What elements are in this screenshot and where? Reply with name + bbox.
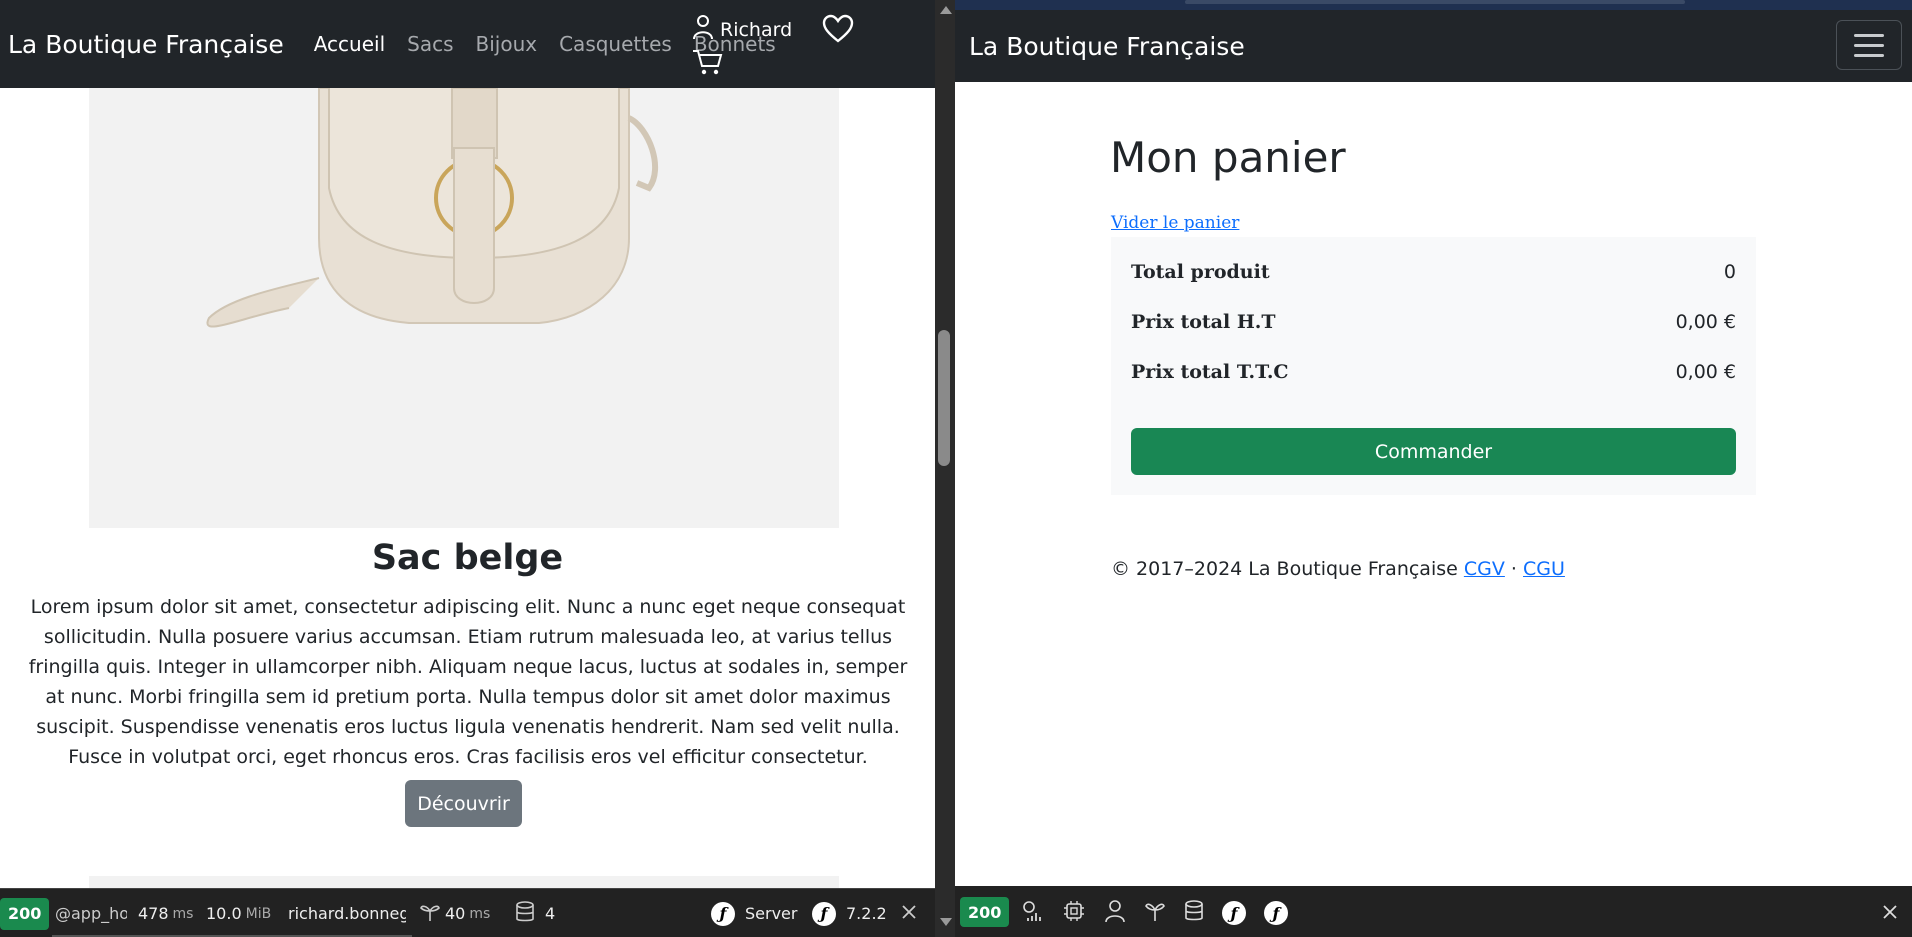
user-icon — [692, 14, 714, 45]
toolbar-time[interactable]: 478 ms — [138, 889, 193, 937]
scroll-up-arrow[interactable] — [940, 6, 952, 14]
summary-row: Prix total H.T 0,00 € — [1131, 311, 1736, 333]
symfony-debug-toolbar: 200 @app_hor 478 ms 10.0 MiB richard.bon… — [0, 888, 935, 937]
toolbar-memory[interactable]: 10.0 MiB — [206, 889, 271, 937]
toolbar-status[interactable]: 200 — [0, 889, 50, 937]
product-image — [89, 88, 839, 528]
toolbar-db[interactable]: 4 — [515, 889, 555, 937]
right-navbar: La Boutique Française — [955, 10, 1912, 82]
cart-summary: Total produit 0 Prix total H.T 0,00 € Pr… — [1111, 237, 1756, 495]
status-badge: 200 — [960, 897, 1010, 927]
order-button[interactable]: Commander — [1131, 428, 1736, 475]
menu-item-sacs[interactable]: Sacs — [407, 32, 453, 56]
symfony-icon: ƒ — [812, 901, 836, 926]
brand-logo[interactable]: La Boutique Française — [969, 32, 1245, 61]
toolbar-close-button[interactable] — [1883, 904, 1897, 923]
cpu-icon[interactable] — [1062, 899, 1086, 927]
page-content: Sac belge Lorem ipsum dolor sit amet, co… — [0, 88, 935, 888]
left-scrollbar[interactable] — [935, 0, 955, 937]
footer-separator: · — [1510, 558, 1517, 580]
database-icon[interactable] — [1184, 900, 1204, 926]
twig-icon[interactable] — [1144, 900, 1166, 926]
toolbar-version[interactable]: ƒ 7.2.2 — [812, 889, 887, 937]
route-name: @app_hor — [55, 904, 127, 923]
summary-value: 0,00 € — [1675, 311, 1736, 333]
symfony-icon[interactable]: ƒ — [1264, 901, 1288, 925]
toolbar-icons: ƒ ƒ — [1020, 899, 1288, 927]
status-badge: 200 — [0, 897, 50, 930]
user-login: richard.bonnege — [288, 904, 406, 923]
user-name: Richard — [720, 18, 793, 41]
scroll-down-arrow[interactable] — [940, 918, 952, 926]
product-description: Lorem ipsum dolor sit amet, consectetur … — [28, 596, 908, 768]
brand-logo[interactable]: La Boutique Française — [8, 30, 284, 59]
heart-icon[interactable] — [822, 14, 854, 48]
server-label: Server — [745, 904, 798, 923]
footer-copyright: © 2017–2024 La Boutique Française — [1111, 558, 1458, 580]
summary-label: Total produit — [1131, 261, 1270, 283]
menu-item-casquettes[interactable]: Casquettes — [559, 32, 672, 56]
summary-value: 0 — [1723, 261, 1736, 283]
menu-item-bijoux[interactable]: Bijoux — [476, 32, 538, 56]
toolbar-user[interactable]: richard.bonnege — [288, 889, 406, 937]
time-value: 478 — [138, 904, 169, 923]
profiler-icon[interactable] — [1020, 899, 1044, 927]
toolbar-route[interactable]: @app_hor — [55, 889, 127, 937]
database-icon — [515, 900, 535, 927]
empty-cart-link[interactable]: Vider le panier — [1111, 213, 1239, 233]
cgv-link[interactable]: CGV — [1464, 558, 1505, 580]
toolbar-status[interactable]: 200 — [960, 897, 1010, 927]
scroll-thumb[interactable] — [938, 330, 950, 466]
menu-item-accueil[interactable]: Accueil — [314, 32, 385, 56]
time-unit: ms — [172, 905, 194, 922]
memory-value: 10.0 — [206, 904, 242, 923]
toolbar-server[interactable]: ƒ Server — [711, 889, 797, 937]
user-icon[interactable] — [1104, 899, 1126, 927]
summary-label: Prix total T.T.C — [1131, 361, 1289, 383]
window-top-strip — [955, 0, 1912, 10]
cgu-link[interactable]: CGU — [1523, 558, 1565, 580]
page-title: Mon panier — [1110, 133, 1346, 182]
footer: © 2017–2024 La Boutique Française CGV · … — [1111, 558, 1565, 580]
memory-unit: MiB — [245, 905, 272, 922]
twig-unit: ms — [469, 905, 491, 922]
summary-row: Prix total T.T.C 0,00 € — [1131, 361, 1736, 383]
twig-value: 40 — [445, 904, 466, 923]
summary-value: 0,00 € — [1675, 361, 1736, 383]
toolbar-close-button[interactable] — [902, 889, 916, 937]
close-icon — [1883, 904, 1897, 923]
toolbar-twig[interactable]: 40 ms — [419, 889, 490, 937]
product-title: Sac belge — [371, 538, 564, 578]
summary-label: Prix total H.T — [1131, 311, 1276, 333]
left-navbar: La Boutique Française Accueil Sacs Bijou… — [0, 0, 935, 88]
cart-icon[interactable] — [692, 48, 724, 80]
symfony-debug-toolbar-right: 200 ƒ ƒ — [955, 886, 1912, 937]
db-query-count: 4 — [545, 904, 556, 923]
symfony-version: 7.2.2 — [846, 904, 887, 923]
menu-icon[interactable] — [1836, 20, 1902, 70]
left-browser-window: La Boutique Française Accueil Sacs Bijou… — [0, 0, 935, 937]
summary-row: Total produit 0 — [1131, 261, 1736, 283]
twig-icon — [419, 902, 441, 926]
symfony-icon: ƒ — [711, 901, 735, 926]
discover-button[interactable]: Découvrir — [405, 780, 522, 827]
next-product-card — [89, 876, 839, 888]
account-link[interactable]: Richard — [692, 14, 792, 45]
close-icon — [902, 904, 916, 923]
symfony-icon[interactable]: ƒ — [1222, 901, 1246, 925]
